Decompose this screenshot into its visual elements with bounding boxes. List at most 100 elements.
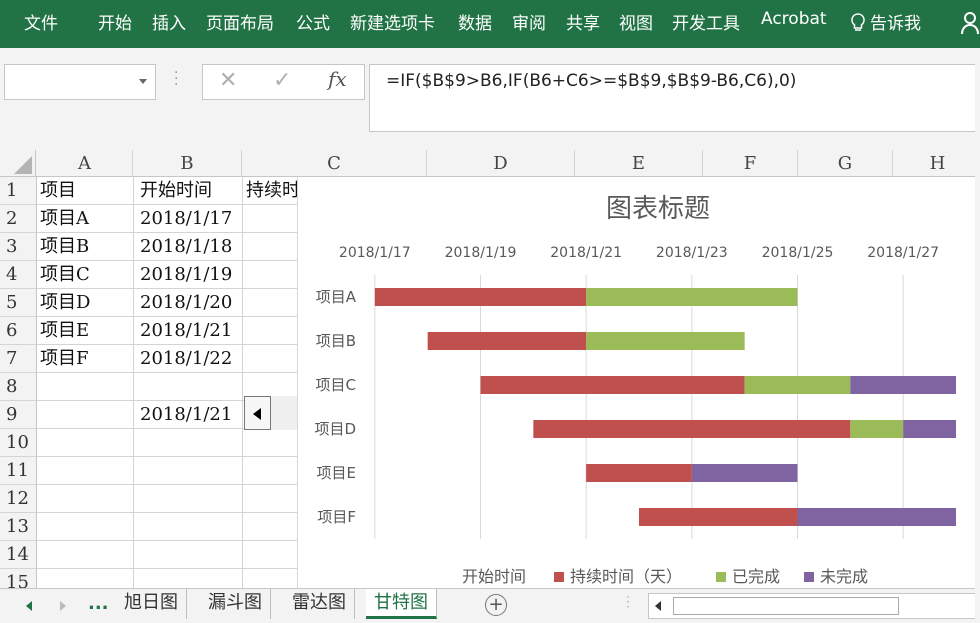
row-header[interactable]: 5 <box>0 289 36 317</box>
column-header[interactable]: A <box>37 150 133 177</box>
y-category-label: 项目E <box>317 464 356 482</box>
excel-window: 文件 开始 插入 页面布局 公式 新建选项卡 数据 审阅 共享 视图 开发工具 Acrobat 告诉我… <box>0 0 980 623</box>
done-bar <box>850 420 904 438</box>
row-header[interactable]: 12 <box>0 485 36 513</box>
remaining-bar <box>903 420 956 438</box>
cell-a1[interactable]: 项目 <box>40 177 76 205</box>
horizontal-scroll-thumb[interactable] <box>673 597 899 615</box>
scroll-left-icon[interactable] <box>655 601 661 611</box>
sheet-tab-bar: ... 旭日图 漏斗图 雷达图 甘特图 + · · · <box>0 588 980 623</box>
scroll-left-button[interactable] <box>244 396 271 430</box>
row-header[interactable]: 4 <box>0 261 36 289</box>
add-sheet-button[interactable]: + <box>485 594 507 616</box>
ribbon-tab[interactable]: Acrobat <box>761 9 827 29</box>
formula-input[interactable]: =IF($B$9>B6,IF(B6+C6>=$B$9,$B$9-B6,C6),0… <box>369 64 980 132</box>
column-header[interactable]: G <box>798 150 893 177</box>
ribbon-tab[interactable]: 新建选项卡 <box>350 9 435 34</box>
ribbon-tab[interactable]: 页面布局 <box>206 9 274 34</box>
chevron-down-icon[interactable] <box>139 79 147 84</box>
cell-b7[interactable]: 2018/1/22 <box>140 345 232 373</box>
row-header[interactable]: 6 <box>0 317 36 345</box>
ribbon-tab[interactable]: 公式 <box>296 9 330 34</box>
row-header[interactable]: 7 <box>0 345 36 373</box>
ribbon-tab[interactable]: 视图 <box>619 9 653 34</box>
enter-icon[interactable]: ✓ <box>273 68 291 93</box>
sheet-tab[interactable]: 漏斗图 <box>200 589 271 619</box>
more-sheets-button[interactable]: ... <box>88 593 109 614</box>
column-header[interactable]: F <box>703 150 798 177</box>
cell-a3[interactable]: 项目B <box>40 233 89 261</box>
cell-a4[interactable]: 项目C <box>40 261 90 289</box>
cell-a5[interactable]: 项目D <box>40 289 90 317</box>
y-category-label: 项目C <box>316 376 356 394</box>
ribbon-tab[interactable]: 开发工具 <box>672 9 740 34</box>
legend-label: 开始时间 <box>462 567 526 586</box>
chart-canvas: 图表标题 2018/1/17 2018/1/19 2018/1/21 2018/1/23… <box>314 193 956 586</box>
row-header[interactable]: 8 <box>0 373 36 401</box>
account-icon[interactable] <box>960 10 980 34</box>
done-bar <box>586 332 745 350</box>
select-all-button[interactable] <box>0 150 36 177</box>
grid-line <box>133 177 134 588</box>
cell-a2[interactable]: 项目A <box>40 205 89 233</box>
duration-bar <box>533 420 851 438</box>
tell-me-box[interactable]: 告诉我 <box>850 9 921 34</box>
chart-title: 图表标题 <box>606 193 710 223</box>
row-header[interactable]: 14 <box>0 541 36 569</box>
ribbon-tab[interactable]: 文件 <box>24 9 58 34</box>
column-header[interactable]: H <box>893 150 980 177</box>
row-header[interactable]: 2 <box>0 205 36 233</box>
cell-a7[interactable]: 项目F <box>40 345 89 373</box>
prev-sheet-icon[interactable] <box>26 601 32 611</box>
splitter-handle[interactable]: · · · <box>174 66 178 92</box>
row-header[interactable]: 3 <box>0 233 36 261</box>
done-bar <box>744 376 851 394</box>
column-headers: ABCDEFGH <box>0 150 980 177</box>
legend-label: 持续时间（天） <box>570 567 682 586</box>
cell-b2[interactable]: 2018/1/17 <box>140 205 232 233</box>
row-header[interactable]: 13 <box>0 513 36 541</box>
next-sheet-icon[interactable] <box>60 601 66 611</box>
insert-function-icon[interactable]: fx <box>328 67 347 91</box>
cell-b4[interactable]: 2018/1/19 <box>140 261 232 289</box>
cancel-icon[interactable]: ✕ <box>219 68 237 93</box>
cell-b3[interactable]: 2018/1/18 <box>140 233 232 261</box>
tab-splitter-handle[interactable]: · · · <box>626 591 630 613</box>
ribbon-tab[interactable]: 开始 <box>98 9 132 34</box>
duration-bar <box>586 464 692 482</box>
remaining-bar <box>850 376 956 394</box>
legend-swatch <box>804 572 814 582</box>
row-header[interactable]: 9 <box>0 401 36 429</box>
cell-b6[interactable]: 2018/1/21 <box>140 317 232 345</box>
x-tick-label: 2018/1/27 <box>867 245 939 261</box>
row-header[interactable]: 11 <box>0 457 36 485</box>
row-header[interactable]: 1 <box>0 177 36 205</box>
remaining-bar <box>691 464 798 482</box>
horizontal-scrollbar[interactable] <box>648 593 980 619</box>
column-header[interactable]: C <box>242 150 427 177</box>
sheet-tab[interactable]: 雷达图 <box>284 589 355 619</box>
formula-bar-area: · · · ✕ ✓ fx =IF($B$9>B6,IF(B6+C6>=$B$9,$B… <box>0 48 980 150</box>
cell-b9[interactable]: 2018/1/21 <box>140 401 232 429</box>
row-header[interactable]: 15 <box>0 569 36 588</box>
name-box[interactable] <box>4 64 156 100</box>
x-tick-label: 2018/1/23 <box>656 245 728 261</box>
cell-c1[interactable]: 持续时 <box>246 177 300 205</box>
y-category-label: 项目F <box>317 508 356 526</box>
cell-b5[interactable]: 2018/1/20 <box>140 289 232 317</box>
gantt-chart[interactable]: 图表标题 2018/1/17 2018/1/19 2018/1/21 2018/1/23… <box>297 177 980 588</box>
row-header[interactable]: 10 <box>0 429 36 457</box>
sheet-tab[interactable]: 甘特图 <box>366 589 437 619</box>
ribbon-tab[interactable]: 数据 <box>458 9 492 34</box>
cell-b1[interactable]: 开始时间 <box>140 177 212 205</box>
column-header[interactable]: D <box>427 150 575 177</box>
cell-a6[interactable]: 项目E <box>40 317 89 345</box>
row-headers: 1 2 3 4 5 6 7 8 9 10 11 12 13 14 15 <box>0 177 37 588</box>
ribbon-tab[interactable]: 共享 <box>566 9 600 34</box>
column-header[interactable]: E <box>575 150 703 177</box>
legend-label: 已完成 <box>732 567 780 586</box>
ribbon-tab[interactable]: 插入 <box>152 9 186 34</box>
sheet-tab[interactable]: 旭日图 <box>116 589 187 619</box>
column-header[interactable]: B <box>133 150 242 177</box>
ribbon-tab[interactable]: 审阅 <box>512 9 546 34</box>
